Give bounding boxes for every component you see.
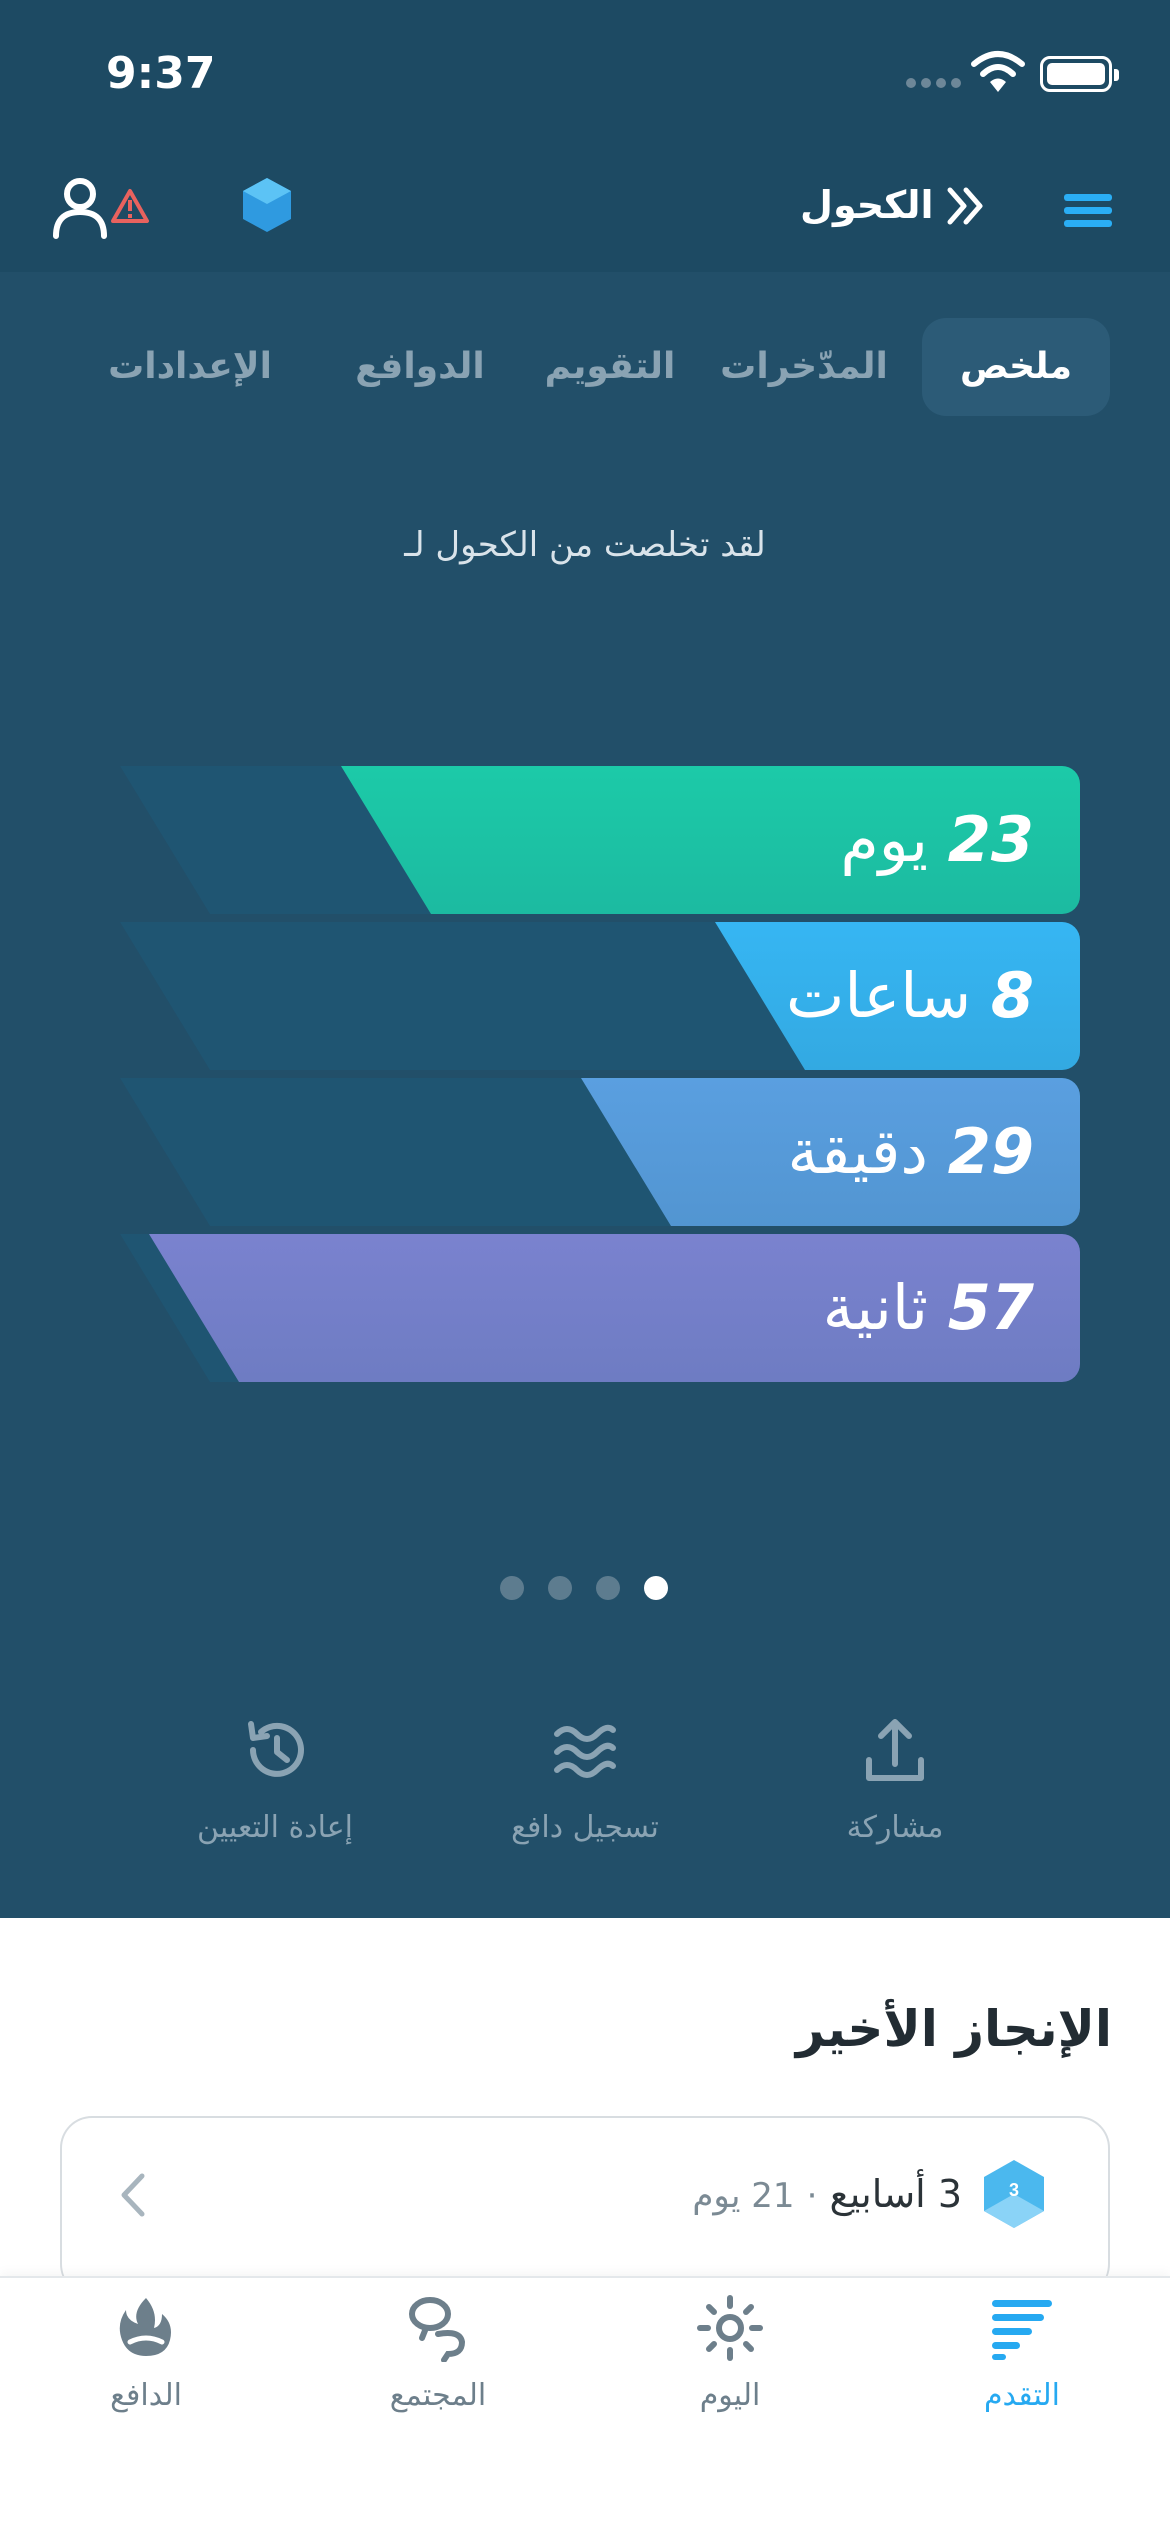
tab-savings[interactable]: المدّخرات bbox=[704, 318, 904, 416]
tab-calendar[interactable]: التقويم bbox=[520, 318, 700, 416]
days-counter: 23 يوم bbox=[341, 766, 1080, 914]
status-time: 9:37 bbox=[106, 48, 216, 99]
community-icon bbox=[409, 2297, 466, 2362]
tab-settings[interactable]: الإعدادات bbox=[100, 318, 280, 416]
log-craving-button[interactable]: تسجيل دافع bbox=[475, 1716, 695, 1866]
recent-achievement-heading: الإنجاز الأخير bbox=[795, 2000, 1112, 2058]
tab-summary[interactable]: ملخص bbox=[922, 318, 1110, 416]
tab-community[interactable]: المجتمع bbox=[328, 2294, 548, 2424]
page-title: الكحول bbox=[800, 183, 934, 227]
share-button[interactable]: مشاركة bbox=[785, 1716, 1005, 1866]
chevron-left-icon[interactable] bbox=[118, 2172, 148, 2218]
menu-icon[interactable] bbox=[1064, 192, 1112, 228]
navigation-header bbox=[0, 0, 1170, 272]
warning-icon[interactable] bbox=[110, 188, 150, 224]
cellular-signal-icon bbox=[906, 78, 962, 90]
achievement-text: 3 أسابيع · 21 يوم bbox=[692, 2172, 962, 2216]
achievement-card[interactable]: 3 3 أسابيع · 21 يوم bbox=[60, 2116, 1110, 2296]
tab-progress[interactable]: التقدم bbox=[912, 2294, 1132, 2424]
achievement-badge-icon: 3 bbox=[984, 2160, 1044, 2228]
page-dot[interactable] bbox=[548, 1576, 572, 1600]
badge-number: 3 bbox=[1009, 2180, 1019, 2200]
wifi-icon bbox=[971, 51, 1025, 92]
share-icon bbox=[866, 1719, 924, 1781]
chevrons-right-icon[interactable] bbox=[946, 186, 984, 226]
page-dot-active[interactable] bbox=[644, 1576, 668, 1600]
tab-motivations[interactable]: الدوافع bbox=[330, 318, 510, 416]
sober-subtitle: لقد تخلصت من الكحول لـ bbox=[404, 525, 766, 565]
page-indicator[interactable] bbox=[500, 1576, 680, 1602]
tab-motivation[interactable]: الدافع bbox=[36, 2294, 256, 2424]
page-dot[interactable] bbox=[596, 1576, 620, 1600]
battery-icon bbox=[1040, 56, 1119, 92]
profile-icon[interactable] bbox=[52, 176, 108, 240]
history-icon bbox=[248, 1721, 304, 1777]
waves-icon bbox=[554, 1724, 616, 1778]
progress-icon bbox=[992, 2300, 1052, 2360]
achievement-gem-icon[interactable] bbox=[240, 176, 294, 234]
tab-today[interactable]: اليوم bbox=[620, 2294, 840, 2424]
seconds-counter: 57 ثانية bbox=[149, 1234, 1080, 1382]
motivation-icon bbox=[119, 2298, 171, 2356]
sun-icon bbox=[697, 2295, 763, 2361]
reset-button[interactable]: إعادة التعيين bbox=[165, 1716, 385, 1866]
page-dot[interactable] bbox=[500, 1576, 524, 1600]
